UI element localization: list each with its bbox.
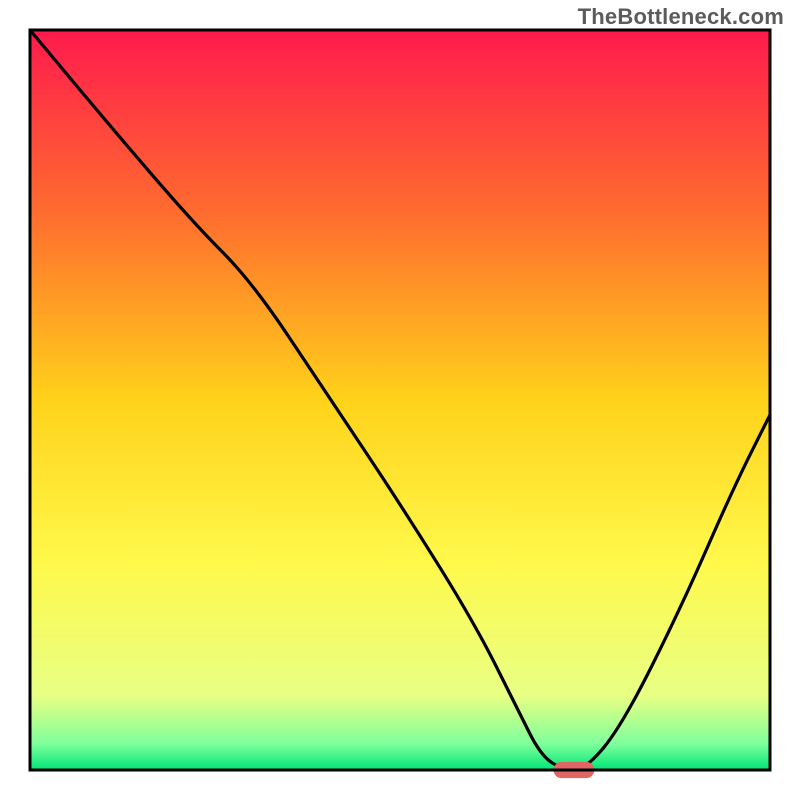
plot-area bbox=[30, 30, 770, 778]
chart-svg bbox=[0, 0, 800, 800]
chart-container: TheBottleneck.com bbox=[0, 0, 800, 800]
watermark: TheBottleneck.com bbox=[578, 4, 784, 30]
plot-background bbox=[30, 30, 770, 770]
